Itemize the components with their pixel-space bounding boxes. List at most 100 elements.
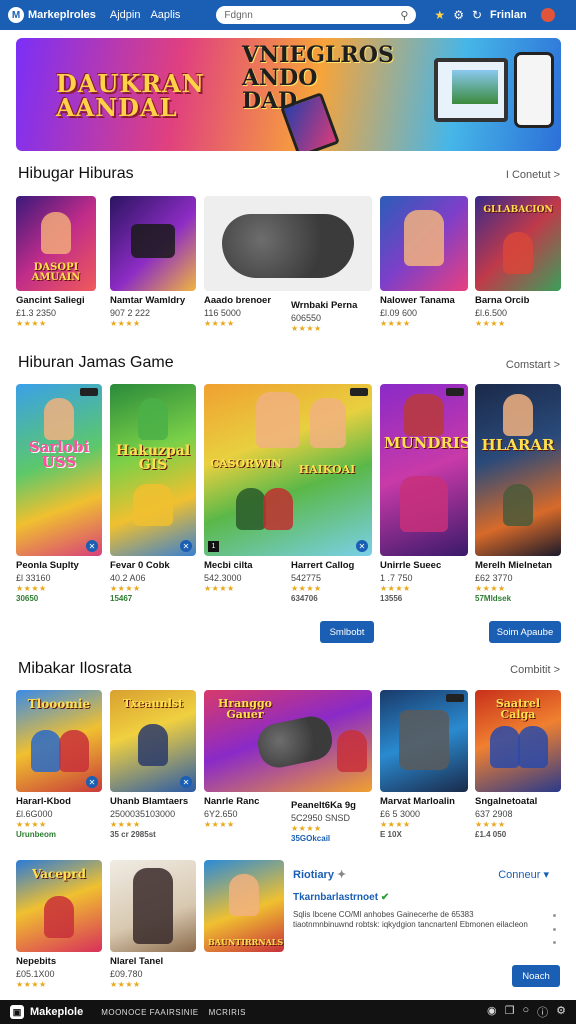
settings-icon[interactable]: ⚙ — [556, 1004, 566, 1020]
footer-link-2[interactable]: MCRIRIS — [209, 1008, 246, 1017]
refresh-icon[interactable]: ↻ — [472, 8, 482, 22]
product-card[interactable]: DASOPI AMUAIN Gancint Saliegi £1.3 2350 … — [16, 196, 96, 328]
product-thumbnail — [204, 196, 372, 291]
game-price: 542.3000 — [204, 573, 242, 583]
game-card[interactable]: HLARAR Merelh Mielnetan £62 3770 ★★★★ 57… — [475, 384, 561, 603]
product-card[interactable]: Nalower Tanama £l.09 600 ★★★★ — [380, 196, 468, 328]
rating-stars: ★★★★ — [16, 980, 47, 989]
copy-icon[interactable]: ❐ — [505, 1004, 515, 1020]
badge-icon: 1 — [208, 541, 219, 552]
game-extra: £1.4 050 — [475, 830, 507, 839]
footer-link-1[interactable]: MOONOCE FAAIRSINIE — [101, 1008, 198, 1017]
game-thumbnail: HLARAR — [475, 384, 561, 556]
game-card[interactable]: Tlooomie ✕ Hararl-Kbod £l.6G000 ★★★★ Uru… — [16, 690, 102, 839]
game-name: Harrert Callog — [291, 560, 355, 571]
game-price: 637 2908 — [475, 809, 513, 819]
search-placeholder: Fdgnn — [224, 9, 253, 21]
rating-stars: ★★★★ — [110, 319, 141, 328]
game-thumbnail: Vaceprd — [16, 860, 102, 952]
view-icon[interactable]: ◉ — [487, 1004, 497, 1020]
rating-stars: ★★★★ — [380, 584, 411, 593]
product-label-group: Wrnbaki Perna 606550 ★★★★ — [291, 296, 373, 333]
avatar[interactable] — [540, 8, 555, 22]
rating-stars: ★★★★ — [110, 820, 141, 829]
game-price: 40.2 A06 — [110, 573, 146, 583]
game-thumbnail: Hakuzpal GIS ✕ — [110, 384, 196, 556]
promo-banner[interactable]: DAUKRAN AANDAL VNIEGLROS ANDO DAD — [16, 38, 561, 151]
game-extra: 13556 — [380, 594, 403, 603]
footer-brand[interactable]: Makeplole — [30, 1006, 83, 1018]
game-card[interactable]: Txeaunlst ✕ Uhanb Blamtaers 250003510300… — [110, 690, 196, 839]
game-extra: 30650 — [16, 594, 39, 603]
brand-name[interactable]: Markeplroles — [28, 9, 96, 21]
game-name: Merelh Mielnetan — [475, 560, 553, 571]
platform-badge-icon: ✕ — [86, 540, 98, 552]
game-card[interactable]: Marvat Marloalin £6 5 3000 ★★★★ E 10X — [380, 690, 468, 839]
product-name: Namtar Wamldry — [110, 295, 186, 306]
section-1-link[interactable]: I Conetut > — [506, 169, 560, 181]
section-2-button-2[interactable]: Soim Apaube — [489, 621, 561, 643]
banner-title-left: DAUKRAN AANDAL — [56, 69, 205, 122]
game-thumbnail — [110, 860, 196, 952]
game-card[interactable]: Hakuzpal GIS ✕ Fevar 0 Cobk 40.2 A06 ★★★… — [110, 384, 196, 603]
game-card[interactable]: Sarlobi USS ✕ Peonla Suplty £l 33160 ★★★… — [16, 384, 102, 603]
platform-badge-icon: ✕ — [180, 540, 192, 552]
product-card[interactable]: Namtar Wamldry 907 2 222 ★★★★ — [110, 196, 196, 328]
info-icon[interactable]: ⓘ — [537, 1004, 548, 1020]
game-name: Sngalnetoatal — [475, 796, 538, 807]
rating-stars: ★★★★ — [475, 319, 506, 328]
rating-stars: ★★★★ — [380, 319, 411, 328]
chevron-down-icon: ▾ — [543, 869, 549, 881]
product-card[interactable]: GLLABACION Barna Orcib £l.6.500 ★★★★ — [475, 196, 561, 328]
rating-stars: ★★★★ — [291, 324, 322, 333]
gamepad-icon — [254, 712, 336, 772]
nav-link-1[interactable]: Ajdpin — [110, 9, 141, 21]
search-icon[interactable]: ⚲ — [400, 9, 408, 22]
product-price: £1.3 2350 — [16, 308, 57, 318]
section-4-button[interactable]: Noach — [512, 965, 560, 987]
game-thumbnail: Sarlobi USS ✕ — [16, 384, 102, 556]
search-input[interactable]: Fdgnn ⚲ — [216, 6, 417, 24]
game-card[interactable]: CASORWIN HAIKOAI 1 ✕ Mecbi cilta 542.300… — [204, 384, 372, 603]
game-price: 542775 — [291, 573, 322, 583]
user-name[interactable]: Frinlan — [490, 9, 527, 21]
more-options-icon[interactable] — [553, 914, 557, 944]
section-3-title: Mibakar Ilosrata — [18, 660, 132, 677]
check-icon: ✔ — [380, 892, 390, 903]
product-thumbnail: GLLABACION — [475, 196, 561, 291]
game-name: Nlarel Tanel — [110, 956, 164, 967]
game-name: Peanelt6Ka 9g — [291, 800, 356, 811]
game-card[interactable]: Nlarel Tanel £09.780 ★★★★ — [110, 860, 196, 989]
product-name: Gancint Saliegi — [16, 295, 85, 306]
game-price: £62 3770 — [475, 573, 513, 583]
game-thumbnail: BAUNTIRRNALS — [204, 860, 284, 952]
panel-link[interactable]: Conneur ▾ — [498, 868, 549, 881]
game-price: £05.1X00 — [16, 969, 55, 979]
game-thumbnail: Txeaunlst ✕ — [110, 690, 196, 792]
game-card[interactable]: Saatrel Calga Sngalnetoatal 637 2908 ★★★… — [475, 690, 561, 839]
game-price: 1 .7 750 — [380, 573, 413, 583]
notification-icon[interactable]: ★ — [434, 8, 445, 22]
section-3-link[interactable]: Combitit > — [510, 664, 560, 676]
rating-stars: ★★★★ — [475, 584, 506, 593]
section-2-button-1[interactable]: Smlbobt — [320, 621, 374, 643]
footer-logo-icon[interactable]: ▣ — [10, 1005, 24, 1019]
cart-icon[interactable]: ⚙ — [453, 8, 464, 22]
game-card[interactable]: Vaceprd Nepebits £05.1X00 ★★★★ — [16, 860, 102, 989]
product-price: 907 2 222 — [110, 308, 151, 318]
section-2-link[interactable]: Comstart > — [506, 359, 560, 371]
rating-stars: ★★★★ — [110, 980, 141, 989]
product-thumbnail: DASOPI AMUAIN — [16, 196, 96, 291]
nav-link-2[interactable]: Aaplis — [150, 9, 180, 21]
game-card[interactable]: MUNDRIS Unirrle Sueec 1 .7 750 ★★★★ 1355… — [380, 384, 468, 603]
game-price: £09.780 — [110, 969, 143, 979]
top-actions: ★ ⚙ ↻ Frinlan — [434, 8, 555, 22]
platform-badge-icon: ✕ — [180, 776, 192, 788]
panel-title: Riotiary ✦ — [293, 869, 347, 881]
game-name: Unirrle Sueec — [380, 560, 442, 571]
circle-icon[interactable]: ○ — [522, 1004, 529, 1020]
brand-logo-icon[interactable]: M — [8, 7, 24, 23]
game-extra: 35GOkcail — [291, 834, 331, 843]
game-card[interactable]: BAUNTIRRNALS — [204, 860, 284, 952]
product-thumbnail — [380, 196, 468, 291]
